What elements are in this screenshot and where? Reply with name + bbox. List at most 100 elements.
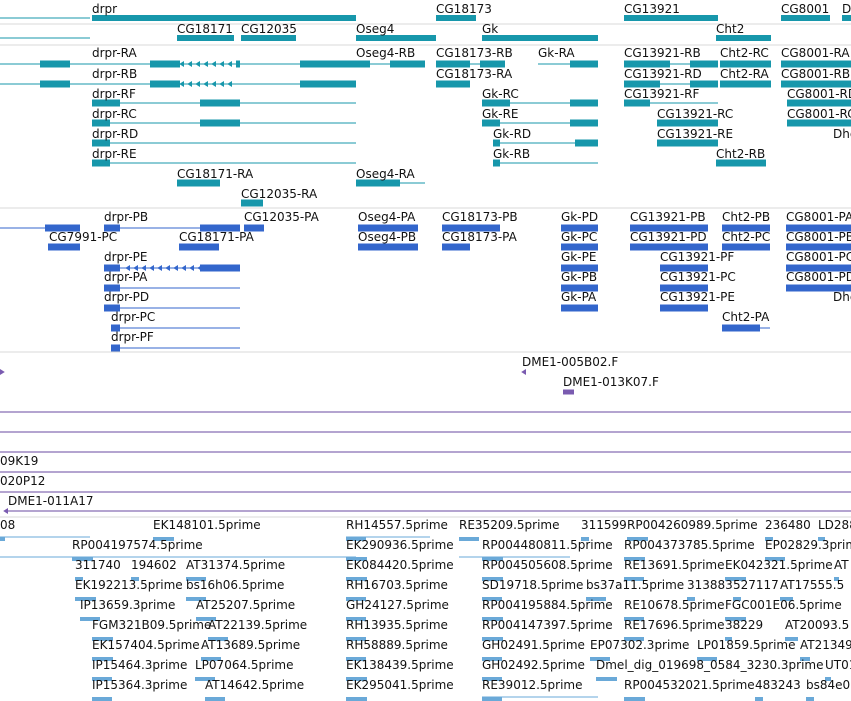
protein-chevron bbox=[197, 265, 202, 271]
est-label: EK290936.5prime bbox=[346, 538, 454, 552]
est-label: EK157404.5prime bbox=[92, 638, 200, 652]
est-label: LP01859.5prime bbox=[697, 638, 796, 652]
transcript-label: drpr-RD bbox=[92, 127, 138, 141]
est-label: FGM321B09.5prime bbox=[92, 618, 211, 632]
clone-label: DME1-013K07.F bbox=[563, 375, 659, 389]
est-label: AT13689.5prime bbox=[201, 638, 300, 652]
clone-marker bbox=[563, 389, 574, 395]
est-label: SD19718.5prime bbox=[482, 578, 583, 592]
gene-label: drpr bbox=[92, 2, 117, 16]
clone-marker bbox=[3, 508, 9, 514]
est-label: AT17555.5 bbox=[780, 578, 844, 592]
transcript-label: CG13921-RB bbox=[624, 46, 701, 60]
transcript-chevron bbox=[211, 81, 216, 87]
est-label: GH24127.5prime bbox=[346, 598, 449, 612]
est-label: EK192213.5prime bbox=[75, 578, 183, 592]
transcript-glyph-exon bbox=[720, 80, 771, 88]
est-bar bbox=[92, 697, 112, 701]
transcript-label: Oseg4-RB bbox=[356, 46, 415, 60]
gene-label: Cht2 bbox=[716, 22, 744, 36]
transcript-chevron bbox=[227, 61, 232, 67]
est-bar bbox=[624, 697, 645, 701]
protein-glyph-exon bbox=[48, 243, 80, 251]
protein-label: Dhc bbox=[833, 290, 851, 304]
transcript-label: Gk-RB bbox=[493, 147, 530, 161]
protein-label: Cht2-PB bbox=[722, 210, 770, 224]
transcript-label: CG18173-RB bbox=[436, 46, 513, 60]
transcript-label: Oseg4-RA bbox=[356, 167, 416, 181]
est-label: IP13659.3prime bbox=[80, 598, 175, 612]
est-bar bbox=[596, 677, 617, 681]
transcript-label: CG13921-RD bbox=[624, 67, 702, 81]
est-label: RP004260989.5prime bbox=[627, 518, 758, 532]
transcript-glyph-exon bbox=[40, 60, 70, 68]
protein-label: CG13921-PB bbox=[630, 210, 706, 224]
protein-label: CG18171-PA bbox=[179, 230, 255, 244]
transcript-glyph-exon bbox=[570, 60, 598, 68]
transcript-label: CG13921-RC bbox=[657, 107, 733, 121]
protein-label: Oseg4-PA bbox=[358, 210, 416, 224]
protein-label: Cht2-PC bbox=[722, 230, 770, 244]
transcript-label: Dhc bbox=[833, 127, 851, 141]
gene-label: CG12035 bbox=[241, 22, 297, 36]
gene-label: CG13921 bbox=[624, 2, 680, 16]
est-label: LP07064.5prime bbox=[195, 658, 294, 672]
gene-bar bbox=[482, 35, 598, 41]
protein-label: drpr-PA bbox=[104, 270, 148, 284]
protein-label: CG13921-PC bbox=[660, 270, 736, 284]
protein-glyph-exon bbox=[358, 243, 418, 251]
protein-chevron bbox=[181, 265, 186, 271]
est-label: AT25207.5prime bbox=[196, 598, 295, 612]
clone-label: 09K19 bbox=[0, 454, 38, 468]
est-label: 236480 bbox=[765, 518, 811, 532]
est-label: 194602 bbox=[131, 558, 177, 572]
genome-browser-canvas: drpr CG18173 CG13921 CG8001 Dhc CG18171 CG1203… bbox=[0, 2, 851, 701]
transcript-glyph-exon bbox=[40, 80, 70, 88]
est-bar bbox=[806, 697, 814, 701]
transcript-chevron bbox=[219, 81, 224, 87]
protein-label: Gk-PA bbox=[561, 290, 597, 304]
est-label: FGC001E06.5prime bbox=[725, 598, 842, 612]
transcript-label: drpr-RB bbox=[92, 67, 137, 81]
protein-glyph-exon bbox=[179, 243, 219, 251]
est-label: RP004532021.5prime bbox=[624, 678, 755, 692]
gene-label: CG18171 bbox=[177, 22, 233, 36]
transcript-label: drpr-RE bbox=[92, 147, 137, 161]
est-bar bbox=[459, 537, 479, 541]
protein-chevron bbox=[173, 265, 178, 271]
protein-label: CG8001-PA bbox=[786, 210, 851, 224]
protein-glyph-exon bbox=[722, 324, 760, 332]
transcript-label: CG13921-RF bbox=[624, 87, 700, 101]
transcript-label: Gk-RD bbox=[493, 127, 531, 141]
transcript-label: CG13921-RE bbox=[657, 127, 733, 141]
transcript-label: Cht2-RA bbox=[720, 67, 770, 81]
protein-label: Gk-PC bbox=[561, 230, 597, 244]
est-label: 527117 bbox=[733, 578, 779, 592]
est-label: 483243 bbox=[755, 678, 801, 692]
est-label: RP004373785.5prime bbox=[624, 538, 755, 552]
protein-label: drpr-PC bbox=[111, 310, 155, 324]
clone-marker bbox=[0, 369, 5, 375]
transcript-chevron bbox=[195, 61, 200, 67]
transcript-chevron bbox=[227, 81, 232, 87]
est-label: IP15464.3prime bbox=[92, 658, 187, 672]
protein-label: drpr-PD bbox=[104, 290, 149, 304]
est-bar bbox=[346, 697, 367, 701]
transcript-chevron bbox=[211, 61, 216, 67]
transcript-chevron bbox=[195, 81, 200, 87]
est-bar bbox=[0, 537, 5, 541]
est-label: 313883 bbox=[687, 578, 733, 592]
est-label: UT01 bbox=[825, 658, 851, 672]
protein-glyph-exon bbox=[660, 304, 708, 312]
est-label: EK084420.5prime bbox=[346, 558, 454, 572]
clone-marker bbox=[521, 369, 526, 375]
transcript-glyph-exon bbox=[236, 60, 240, 68]
est-label: 311599 bbox=[581, 518, 627, 532]
est-label: RP004147397.5prime bbox=[482, 618, 613, 632]
protein-label: CG18173-PA bbox=[442, 230, 518, 244]
protein-label: CG13921-PE bbox=[660, 290, 735, 304]
est-label: RP004195884.5prime bbox=[482, 598, 613, 612]
est-label: 08 bbox=[0, 518, 15, 532]
transcript-label: CG8001-RD bbox=[787, 87, 851, 101]
transcript-glyph-exon bbox=[300, 60, 356, 68]
